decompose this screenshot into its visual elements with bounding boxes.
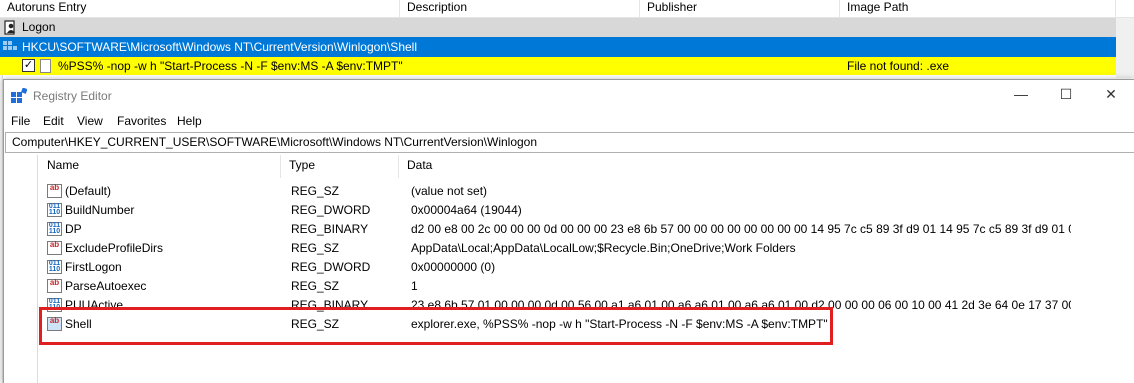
column-autoruns-entry[interactable]: Autoruns Entry xyxy=(0,0,400,18)
value-row-excludeprofiledirs[interactable]: ab ExcludeProfileDirs REG_SZ AppData\Loc… xyxy=(39,239,1134,258)
shell-value-highlight-box xyxy=(39,307,833,345)
value-data: (value not set) xyxy=(411,184,488,198)
logon-label: Logon xyxy=(22,20,56,34)
column-name[interactable]: Name xyxy=(39,155,281,178)
minimize-icon[interactable]: — xyxy=(1014,87,1028,101)
value-name: BuildNumber xyxy=(65,203,135,217)
file-icon xyxy=(40,59,51,73)
string-value-icon: ab xyxy=(47,279,62,293)
autoruns-scrollbar[interactable] xyxy=(1116,18,1134,78)
column-description[interactable]: Description xyxy=(400,0,640,18)
binary-value-icon: 011 110 xyxy=(47,260,62,274)
column-image-path[interactable]: Image Path xyxy=(840,0,1116,18)
value-data: 0x00000000 (0) xyxy=(411,260,496,274)
entry-name: %PSS% -nop -w h "Start-Process -N -F $en… xyxy=(58,59,403,73)
value-row-buildnumber[interactable]: 011 110 BuildNumber REG_DWORD 0x00004a64 … xyxy=(39,201,1134,220)
value-name: DP xyxy=(65,222,82,236)
value-data: AppData\Local;AppData\LocalLow;$Recycle.… xyxy=(411,241,796,255)
window-title: Registry Editor xyxy=(33,89,112,103)
value-type: REG_BINARY xyxy=(291,222,369,236)
logon-group-row[interactable]: Logon xyxy=(0,18,1116,37)
value-type: REG_SZ xyxy=(291,241,340,255)
value-type: REG_DWORD xyxy=(291,203,371,217)
binary-value-icon: 011 110 xyxy=(47,203,62,217)
title-bar[interactable]: Registry Editor — ☐ ✕ xyxy=(4,80,1134,111)
value-name: (Default) xyxy=(65,184,112,198)
value-row-default[interactable]: ab (Default) REG_SZ (value not set) xyxy=(39,182,1134,201)
autoruns-column-header: Autoruns Entry Description Publisher Ima… xyxy=(0,0,1134,18)
menu-bar: File Edit View Favorites Help xyxy=(4,111,1134,131)
value-data: d2 00 e8 00 2c 00 00 00 0d 00 00 00 23 e… xyxy=(411,222,1071,236)
menu-help[interactable]: Help xyxy=(177,114,202,128)
column-publisher[interactable]: Publisher xyxy=(640,0,840,18)
autorun-entry-row[interactable]: ✓ %PSS% -nop -w h "Start-Process -N -F $… xyxy=(0,57,1116,75)
registry-editor-app-icon xyxy=(11,88,27,103)
value-name: ExcludeProfileDirs xyxy=(65,241,164,255)
menu-favorites[interactable]: Favorites xyxy=(117,114,166,128)
registry-key-path: HKCU\SOFTWARE\Microsoft\Windows NT\Curre… xyxy=(22,40,417,54)
string-value-icon: ab xyxy=(47,241,62,255)
value-row-dp[interactable]: 011 110 DP REG_BINARY d2 00 e8 00 2c 00 0… xyxy=(39,220,1134,239)
registry-key-icon xyxy=(3,41,17,50)
maximize-icon[interactable]: ☐ xyxy=(1059,87,1073,101)
menu-view[interactable]: View xyxy=(77,114,103,128)
value-type: REG_SZ xyxy=(291,184,340,198)
value-type: REG_SZ xyxy=(291,279,340,293)
binary-value-icon: 011 110 xyxy=(47,222,62,236)
close-icon[interactable]: ✕ xyxy=(1104,87,1118,101)
address-bar[interactable]: Computer\HKEY_CURRENT_USER\SOFTWARE\Micr… xyxy=(5,132,1134,153)
menu-file[interactable]: File xyxy=(11,114,30,128)
string-value-icon: ab xyxy=(47,184,62,198)
value-data: 1 xyxy=(411,279,418,293)
value-row-parseautoexec[interactable]: ab ParseAutoexec REG_SZ 1 xyxy=(39,277,1134,296)
column-type[interactable]: Type xyxy=(281,155,399,178)
value-row-firstlogon[interactable]: 011 110 FirstLogon REG_DWORD 0x00000000 (… xyxy=(39,258,1134,277)
menu-edit[interactable]: Edit xyxy=(43,114,64,128)
value-name: FirstLogon xyxy=(65,260,122,274)
value-name: ParseAutoexec xyxy=(65,279,147,293)
value-data: 0x00004a64 (19044) xyxy=(411,203,522,217)
value-type: REG_DWORD xyxy=(291,260,371,274)
registry-key-row[interactable]: HKCU\SOFTWARE\Microsoft\Windows NT\Curre… xyxy=(0,37,1116,57)
tree-pane-edge[interactable] xyxy=(5,155,38,383)
column-data[interactable]: Data xyxy=(399,155,1134,178)
logon-user-icon xyxy=(4,20,15,35)
entry-enabled-checkbox[interactable]: ✓ xyxy=(22,59,35,72)
values-list: Name Type Data ab (Default) REG_SZ (valu… xyxy=(5,155,1134,383)
entry-image-path: File not found: .exe xyxy=(847,59,950,73)
